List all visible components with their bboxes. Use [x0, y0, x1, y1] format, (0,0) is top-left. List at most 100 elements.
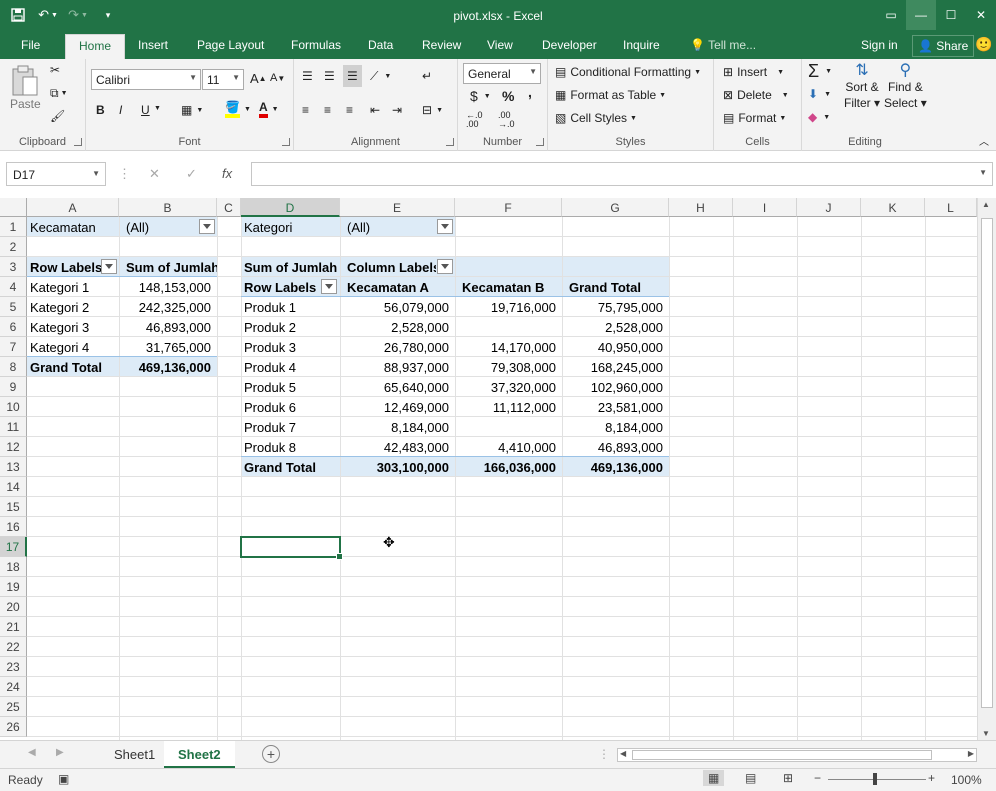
pivot2-kecamatan-a-value[interactable]: 8,184,000	[340, 417, 455, 437]
row-header-6[interactable]: 6	[0, 317, 27, 337]
zoom-in-icon[interactable]: +	[928, 771, 935, 785]
wrap-text-icon[interactable]: ↵	[422, 69, 432, 83]
row-header-10[interactable]: 10	[0, 397, 27, 417]
merge-center-icon[interactable]: ⊟ ▼	[422, 103, 443, 117]
maximize-icon[interactable]: ☐	[936, 0, 966, 30]
name-box[interactable]: D17 ▼	[6, 162, 106, 186]
pivot2-kecamatan-b-value[interactable]	[455, 317, 562, 337]
pivot2-filter-label[interactable]: Kategori	[241, 217, 340, 237]
pivot2-row-total[interactable]: 40,950,000	[562, 337, 669, 357]
pivot2-column-labels-dropdown-icon[interactable]	[437, 259, 453, 274]
pivot2-kecamatan-a-value[interactable]: 12,469,000	[340, 397, 455, 417]
pivot2-kecamatan-b-value[interactable]: 14,170,000	[455, 337, 562, 357]
row-header-3[interactable]: 3	[0, 257, 27, 277]
tab-data[interactable]: Data	[368, 38, 393, 52]
pivot1-filter-dropdown-icon[interactable]	[199, 219, 215, 234]
tab-view[interactable]: View	[487, 38, 513, 52]
next-sheet-icon[interactable]: ▶	[56, 747, 64, 758]
font-size-select[interactable]: 11 ▼	[202, 69, 244, 90]
horizontal-scroll-thumb[interactable]	[632, 750, 932, 760]
pivot1-row-value[interactable]: 46,893,000	[119, 317, 217, 337]
ribbon-display-icon[interactable]: ▭	[876, 0, 906, 30]
active-cell[interactable]	[240, 536, 343, 560]
pivot1-row-labels-header[interactable]: Row Labels	[27, 257, 103, 277]
row-header-13[interactable]: 13	[0, 457, 27, 477]
pivot2-row-total[interactable]: 75,795,000	[562, 297, 669, 317]
tab-file[interactable]: File	[21, 38, 40, 52]
pivot1-grand-total-label[interactable]: Grand Total	[27, 357, 119, 377]
vertical-scrollbar[interactable]: ▲ ▼	[977, 198, 996, 740]
zoom-slider[interactable]	[828, 779, 926, 780]
underline-dropdown-icon[interactable]: ▼	[154, 105, 161, 112]
pivot2-kecamatan-a-value[interactable]: 26,780,000	[340, 337, 455, 357]
sort-filter-button[interactable]: ⇅ Sort & Filter ▾	[844, 63, 880, 111]
row-header-8[interactable]: 8	[0, 357, 27, 377]
column-header-b[interactable]: B	[119, 198, 217, 217]
pivot2-kecamatan-a-value[interactable]: 65,640,000	[340, 377, 455, 397]
row-header-14[interactable]: 14	[0, 477, 27, 497]
align-center-icon[interactable]: ≡	[324, 103, 331, 117]
pivot2-grand-total-b[interactable]: 166,036,000	[455, 457, 562, 477]
pivot2-col-a-header[interactable]: Kecamatan A	[344, 277, 455, 297]
pivot2-row-label[interactable]: Produk 8	[241, 437, 340, 457]
column-header-c[interactable]: C	[217, 198, 241, 217]
row-header-19[interactable]: 19	[0, 577, 27, 597]
pivot2-kecamatan-a-value[interactable]: 56,079,000	[340, 297, 455, 317]
pivot2-row-label[interactable]: Produk 5	[241, 377, 340, 397]
currency-button[interactable]: $ ▼	[470, 88, 491, 104]
column-header-h[interactable]: H	[669, 198, 733, 217]
pivot2-sum-header[interactable]: Sum of Jumlah	[241, 257, 340, 277]
row-header-2[interactable]: 2	[0, 237, 27, 257]
pivot2-column-labels-header[interactable]: Column Labels	[344, 257, 436, 277]
pivot1-row-label[interactable]: Kategori 1	[27, 277, 119, 297]
column-header-a[interactable]: A	[27, 198, 119, 217]
increase-indent-icon[interactable]: ⇥	[392, 103, 402, 117]
paste-button[interactable]: Paste	[10, 65, 41, 111]
pivot2-kecamatan-b-value[interactable]: 79,308,000	[455, 357, 562, 377]
tab-formulas[interactable]: Formulas	[291, 38, 341, 52]
pivot2-row-label[interactable]: Produk 4	[241, 357, 340, 377]
zoom-level[interactable]: 100%	[951, 773, 982, 787]
row-header-22[interactable]: 22	[0, 637, 27, 657]
pivot2-col-total-header[interactable]: Grand Total	[566, 277, 669, 297]
formula-input[interactable]: ▼	[251, 162, 993, 186]
pivot2-row-total[interactable]: 46,893,000	[562, 437, 669, 457]
clipboard-launcher-icon[interactable]	[74, 138, 82, 146]
borders-icon[interactable]: ▦ ▼	[181, 103, 203, 117]
pivot1-filter-value[interactable]: (All)	[123, 217, 193, 237]
delete-cells-button[interactable]: ⊠ Delete ▼	[723, 88, 789, 102]
pivot2-kecamatan-a-value[interactable]: 2,528,000	[340, 317, 455, 337]
pivot2-kecamatan-b-value[interactable]	[455, 417, 562, 437]
pivot2-row-total[interactable]: 102,960,000	[562, 377, 669, 397]
column-header-i[interactable]: I	[733, 198, 797, 217]
font-launcher-icon[interactable]	[282, 138, 290, 146]
column-header-k[interactable]: K	[861, 198, 925, 217]
pivot1-filter-label[interactable]: Kecamatan	[27, 217, 119, 237]
column-header-e[interactable]: E	[340, 198, 455, 217]
copy-icon[interactable]: ⧉ ▼	[50, 86, 68, 101]
sheet-tab-sheet2[interactable]: Sheet2	[164, 741, 235, 768]
minimize-icon[interactable]: —	[906, 0, 936, 30]
pivot2-row-labels-dropdown-icon[interactable]	[321, 279, 337, 294]
row-header-21[interactable]: 21	[0, 617, 27, 637]
row-header-24[interactable]: 24	[0, 677, 27, 697]
shrink-font-icon[interactable]: A ▼	[270, 72, 285, 84]
number-format-select[interactable]: General ▼	[463, 63, 541, 84]
pivot2-kecamatan-b-value[interactable]: 19,716,000	[455, 297, 562, 317]
zoom-slider-thumb[interactable]	[873, 773, 877, 785]
split-handle-icon[interactable]: ⋮	[598, 747, 610, 761]
number-launcher-icon[interactable]	[536, 138, 544, 146]
insert-function-icon[interactable]: fx	[222, 166, 232, 181]
fill-icon[interactable]: ⬇ ▼	[808, 87, 831, 101]
tab-inquire[interactable]: Inquire	[623, 38, 660, 52]
pivot2-row-label[interactable]: Produk 2	[241, 317, 340, 337]
orientation-icon[interactable]: ⟋ ▼	[370, 69, 391, 84]
font-name-select[interactable]: Calibri ▼	[91, 69, 201, 90]
pivot2-kecamatan-b-value[interactable]: 37,320,000	[455, 377, 562, 397]
sign-in-link[interactable]: Sign in	[861, 38, 898, 52]
collapse-ribbon-icon[interactable]: ︿	[979, 133, 989, 148]
italic-button[interactable]: I	[119, 103, 122, 117]
cancel-icon[interactable]: ✕	[149, 166, 160, 182]
row-header-4[interactable]: 4	[0, 277, 27, 297]
pivot1-value-header[interactable]: Sum of Jumlah	[123, 257, 217, 277]
